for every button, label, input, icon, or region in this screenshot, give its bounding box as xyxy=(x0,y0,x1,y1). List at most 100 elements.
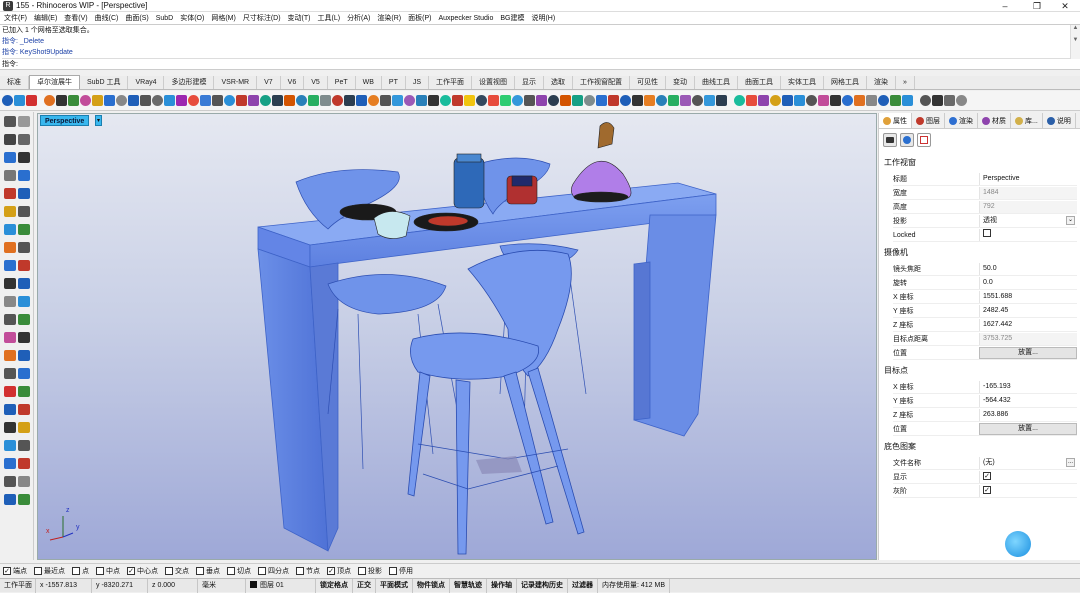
palette-tool-icon[interactable] xyxy=(4,458,16,469)
osnap-option[interactable]: 交点 xyxy=(165,566,189,576)
status-field[interactable]: 物件锁点 xyxy=(413,578,450,593)
current-layer[interactable]: 图层 01 xyxy=(246,578,316,593)
property-value[interactable]: 50.0 xyxy=(979,263,1077,275)
osnap-checkbox[interactable] xyxy=(389,566,397,575)
property-value[interactable]: -165.193 xyxy=(979,381,1077,393)
menu-item[interactable]: 分析(A) xyxy=(347,13,370,23)
command-prompt[interactable]: 指令: xyxy=(2,58,1080,69)
menu-item[interactable]: 实体(O) xyxy=(180,13,204,23)
menu-item[interactable]: 查看(V) xyxy=(64,13,87,23)
osnap-option[interactable]: 中点 xyxy=(96,566,120,576)
tool-icon[interactable] xyxy=(80,95,91,106)
tool-icon[interactable] xyxy=(668,95,679,106)
place-button[interactable]: 放置... xyxy=(979,423,1077,435)
toolbar-tab[interactable]: 标准 xyxy=(0,76,29,89)
tool-icon[interactable] xyxy=(260,95,271,106)
osnap-checkbox[interactable] xyxy=(296,566,304,575)
toolbar-tab[interactable]: 可见性 xyxy=(630,76,667,89)
osnap-checkbox[interactable]: ✓ xyxy=(3,566,11,575)
palette-tool-icon[interactable] xyxy=(18,296,30,307)
perspective-viewport[interactable]: Perspective ▾ x y z xyxy=(37,113,877,560)
property-value[interactable]: (无)... xyxy=(979,457,1077,469)
tool-icon[interactable] xyxy=(308,95,319,106)
tool-icon[interactable] xyxy=(14,95,25,106)
osnap-checkbox[interactable]: ✓ xyxy=(127,566,135,575)
menu-item[interactable]: 说明(H) xyxy=(531,13,555,23)
blank-swatch-icon[interactable] xyxy=(917,133,931,147)
property-value[interactable]: 1551.688 xyxy=(979,291,1077,303)
place-button[interactable]: 放置... xyxy=(979,347,1077,359)
tool-icon[interactable] xyxy=(878,95,889,106)
tabs-overflow-icon[interactable]: » xyxy=(896,76,915,89)
tool-icon[interactable] xyxy=(176,95,187,106)
tool-icon[interactable] xyxy=(830,95,841,106)
osnap-option[interactable]: 点 xyxy=(72,566,89,576)
palette-tool-icon[interactable] xyxy=(18,188,30,199)
palette-tool-icon[interactable] xyxy=(18,242,30,253)
property-value[interactable]: 0.0 xyxy=(979,277,1077,289)
tool-icon[interactable] xyxy=(320,95,331,106)
status-field[interactable]: 毫米 xyxy=(198,578,246,593)
toolbar-tab[interactable]: PT xyxy=(382,76,406,89)
tool-icon[interactable] xyxy=(428,95,439,106)
tool-icon[interactable] xyxy=(512,95,523,106)
property-value[interactable]: 2482.45 xyxy=(979,305,1077,317)
osnap-checkbox[interactable] xyxy=(34,566,42,575)
tool-icon[interactable] xyxy=(368,95,379,106)
palette-tool-icon[interactable] xyxy=(18,422,30,433)
status-field[interactable]: 内存使用量: 412 MB xyxy=(598,578,671,593)
tool-icon[interactable] xyxy=(794,95,805,106)
toolbar-tab[interactable]: 设置视图 xyxy=(472,76,516,89)
toolbar-tab[interactable]: JS xyxy=(406,76,430,89)
palette-tool-icon[interactable] xyxy=(4,206,16,217)
palette-tool-icon[interactable] xyxy=(4,170,16,181)
menu-item[interactable]: 渲染(R) xyxy=(377,13,401,23)
menu-item[interactable]: Auxpecker Studio xyxy=(438,15,493,22)
palette-tool-icon[interactable] xyxy=(18,332,30,343)
tool-icon[interactable] xyxy=(656,95,667,106)
tool-icon[interactable] xyxy=(932,95,943,106)
tool-icon[interactable] xyxy=(416,95,427,106)
tool-icon[interactable] xyxy=(608,95,619,106)
menu-item[interactable]: 变动(T) xyxy=(288,13,311,23)
tool-icon[interactable] xyxy=(620,95,631,106)
command-scrollbar[interactable]: ▲ ▼ xyxy=(1070,25,1080,59)
tool-icon[interactable] xyxy=(452,95,463,106)
palette-tool-icon[interactable] xyxy=(4,386,16,397)
tool-icon[interactable] xyxy=(818,95,829,106)
viewport-settings-icon[interactable] xyxy=(900,133,914,147)
tool-icon[interactable] xyxy=(200,95,211,106)
tool-icon[interactable] xyxy=(536,95,547,106)
tool-icon[interactable] xyxy=(560,95,571,106)
tool-icon[interactable] xyxy=(734,95,745,106)
tool-icon[interactable] xyxy=(488,95,499,106)
tool-icon[interactable] xyxy=(296,95,307,106)
menu-item[interactable]: 曲面(S) xyxy=(125,13,148,23)
menu-item[interactable]: 网格(M) xyxy=(211,13,236,23)
tool-icon[interactable] xyxy=(128,95,139,106)
tool-icon[interactable] xyxy=(272,95,283,106)
property-value[interactable]: 1627.442 xyxy=(979,319,1077,331)
palette-tool-icon[interactable] xyxy=(18,170,30,181)
tool-icon[interactable] xyxy=(284,95,295,106)
menu-item[interactable]: 尺寸标注(D) xyxy=(243,13,281,23)
tool-icon[interactable] xyxy=(716,95,727,106)
tool-icon[interactable] xyxy=(2,95,13,106)
osnap-option[interactable]: 停用 xyxy=(389,566,413,576)
tool-icon[interactable] xyxy=(140,95,151,106)
menu-item[interactable]: BG建模 xyxy=(500,13,524,23)
status-field[interactable]: 记录建构历史 xyxy=(517,578,568,593)
toolbar-tab[interactable]: 网格工具 xyxy=(824,76,868,89)
osnap-checkbox[interactable] xyxy=(227,566,235,575)
tool-icon[interactable] xyxy=(440,95,451,106)
property-checkbox[interactable]: ✓ xyxy=(983,472,991,480)
property-value[interactable]: 透视 ⌄ xyxy=(979,215,1077,227)
palette-tool-icon[interactable] xyxy=(4,440,16,451)
tool-icon[interactable] xyxy=(164,95,175,106)
osnap-option[interactable]: 垂点 xyxy=(196,566,220,576)
tool-icon[interactable] xyxy=(500,95,511,106)
menu-item[interactable]: 面板(P) xyxy=(408,13,431,23)
osnap-checkbox[interactable] xyxy=(258,566,266,575)
palette-tool-icon[interactable] xyxy=(18,368,30,379)
browse-button[interactable]: ... xyxy=(1066,458,1075,467)
